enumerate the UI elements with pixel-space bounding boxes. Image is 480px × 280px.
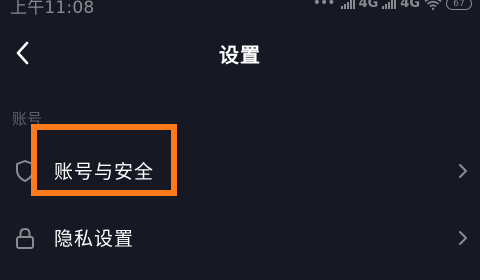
- notification-dots: •••: [312, 0, 336, 11]
- network-type-2: 4G: [400, 0, 420, 11]
- section-header-account: 账号: [12, 110, 43, 128]
- status-icons: ••• 4G 4G 67: [313, 0, 472, 12]
- chevron-right-icon: [459, 164, 467, 178]
- page-title: 设置: [219, 43, 261, 67]
- status-bar: 上午11:08 ••• 4G 4G 67: [0, 0, 480, 22]
- network-type-1: 4G: [358, 0, 379, 11]
- chevron-right-icon: [459, 231, 467, 245]
- nav-bar: 设置: [0, 22, 480, 84]
- lock-icon: [16, 227, 34, 249]
- settings-item-label: 账号与安全: [54, 161, 155, 183]
- signal-icon: [340, 0, 355, 9]
- wifi-icon: [424, 0, 442, 10]
- settings-item-privacy[interactable]: 隐私设置: [0, 210, 480, 266]
- shield-icon: [16, 160, 34, 182]
- status-time: 上午11:08: [10, 0, 95, 18]
- settings-item-label: 隐私设置: [54, 228, 135, 250]
- battery-indicator: 67: [446, 0, 472, 10]
- signal-icon-2: [382, 0, 397, 9]
- settings-item-account-security[interactable]: 账号与安全: [0, 143, 480, 199]
